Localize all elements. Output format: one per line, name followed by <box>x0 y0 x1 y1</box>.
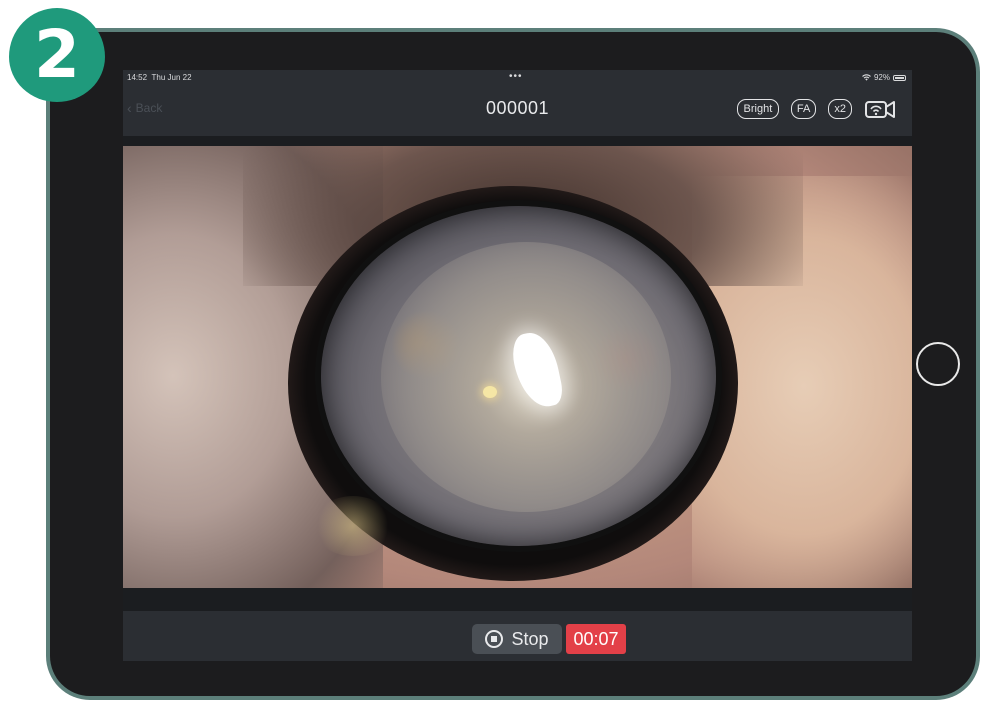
home-button[interactable] <box>916 342 960 386</box>
wifi-camera-icon[interactable] <box>864 98 896 120</box>
nav-bar: ‹ Back 000001 Bright FA x2 <box>123 86 912 136</box>
stop-label: Stop <box>511 628 549 649</box>
multitask-dots[interactable]: ••• <box>509 71 523 82</box>
step-badge: 2 <box>9 8 105 102</box>
recording-bar: Stop 00:07 <box>123 611 912 661</box>
status-bar: 14:52 Thu Jun 22 ••• 92% <box>123 70 912 86</box>
camera-video-feed <box>123 146 912 588</box>
status-time: 14:52 <box>127 73 148 82</box>
recording-timer: 00:07 <box>566 624 626 654</box>
status-date: Thu Jun 22 <box>151 73 192 82</box>
stop-button[interactable]: Stop <box>472 624 562 654</box>
bright-button[interactable]: Bright <box>736 99 779 119</box>
recording-controls: Stop 00:07 <box>472 624 626 654</box>
nav-actions: Bright FA x2 <box>736 98 896 120</box>
zoom-button[interactable]: x2 <box>828 99 852 119</box>
app-screen: 14:52 Thu Jun 22 ••• 92% ‹ Back 000001 B… <box>123 70 912 661</box>
video-glint <box>483 386 497 398</box>
wifi-icon <box>862 74 871 81</box>
battery-percent: 92% <box>873 73 890 82</box>
status-right: 92% <box>862 73 906 82</box>
video-highlight <box>313 496 393 556</box>
stop-icon <box>485 630 504 648</box>
fa-button[interactable]: FA <box>790 99 817 119</box>
status-time-date: 14:52 Thu Jun 22 <box>127 73 192 82</box>
battery-icon <box>893 74 906 81</box>
